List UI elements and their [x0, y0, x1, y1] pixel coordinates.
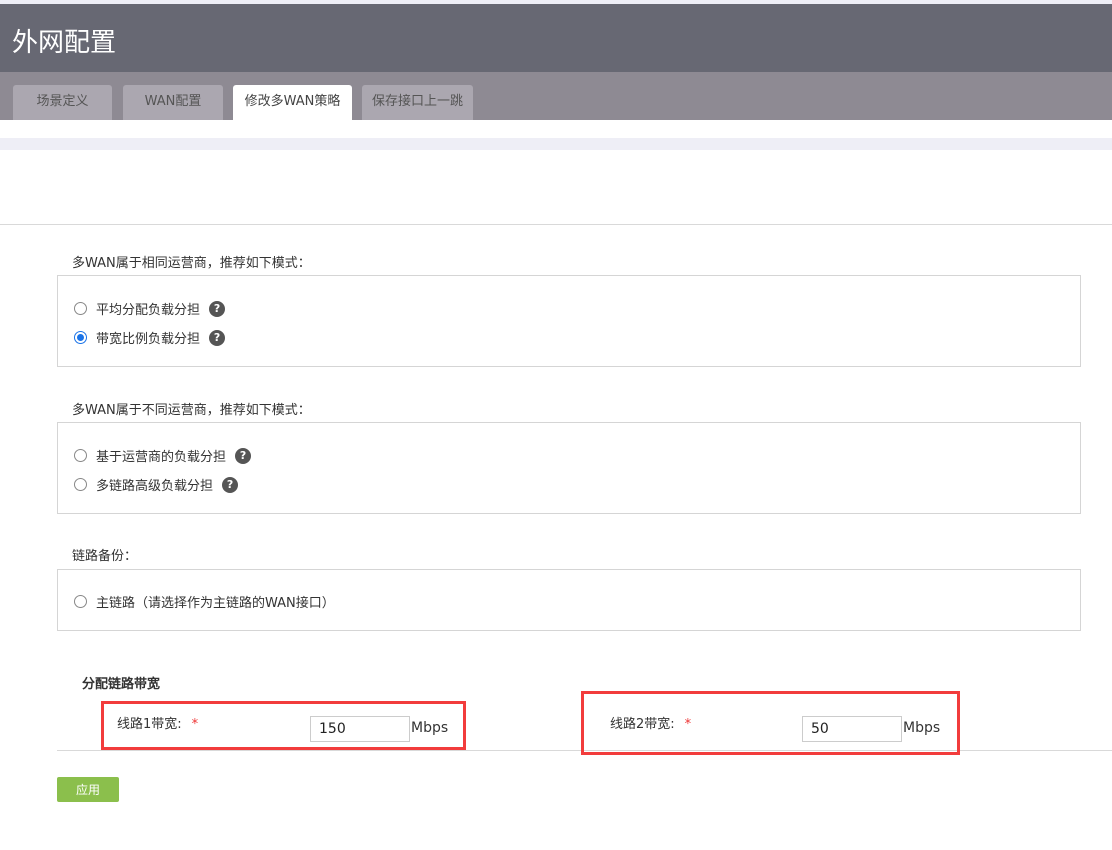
tab-bar: 场景定义 WAN配置 修改多WAN策略 保存接口上一跳 [0, 72, 1112, 120]
option-label: 主链路（请选择作为主链路的WAN接口） [96, 596, 335, 611]
line1-unit: Mbps [411, 720, 449, 736]
radio-button-selected[interactable] [74, 331, 87, 344]
line2-label: 线路2带宽: * [610, 713, 691, 732]
help-icon[interactable]: ? [222, 476, 239, 493]
backup-box: 主链路（请选择作为主链路的WAN接口） [57, 569, 1081, 631]
help-icon[interactable]: ? [209, 300, 226, 317]
option-bandwidth-ratio[interactable]: 带宽比例负载分担? [74, 328, 226, 347]
line1-label: 线路1带宽: * [117, 713, 198, 732]
line1-bandwidth-input[interactable] [310, 716, 410, 742]
radio-button[interactable] [74, 302, 87, 315]
line2-unit: Mbps [903, 720, 941, 736]
radio-button[interactable] [74, 595, 87, 608]
same-isp-heading: 多WAN属于相同运营商，推荐如下模式： [72, 256, 311, 271]
same-isp-box: 平均分配负载分担? 带宽比例负载分担? [57, 275, 1081, 367]
divider-band [0, 138, 1112, 150]
option-primary-link[interactable]: 主链路（请选择作为主链路的WAN接口） [74, 592, 335, 611]
help-icon[interactable]: ? [209, 329, 226, 346]
tab-scene[interactable]: 场景定义 [13, 85, 112, 120]
apply-button[interactable]: 应用 [57, 777, 119, 802]
required-star: * [684, 717, 692, 732]
option-label: 多链路高级负载分担 [96, 479, 214, 494]
page-header: 外网配置 [0, 4, 1112, 72]
page-title: 外网配置 [12, 28, 117, 58]
option-label: 平均分配负载分担 [96, 303, 201, 318]
backup-heading: 链路备份： [72, 549, 138, 564]
option-label: 带宽比例负载分担 [96, 332, 201, 347]
radio-button[interactable] [74, 478, 87, 491]
option-label: 基于运营商的负载分担 [96, 450, 227, 465]
tab-multi-wan-policy[interactable]: 修改多WAN策略 [233, 85, 352, 120]
option-advanced-multilink[interactable]: 多链路高级负载分担? [74, 475, 239, 494]
line2-bandwidth-input[interactable] [802, 716, 902, 742]
tab-wan-config[interactable]: WAN配置 [123, 85, 223, 120]
diff-isp-box: 基于运营商的负载分担? 多链路高级负载分担? [57, 422, 1081, 514]
option-isp-based[interactable]: 基于运营商的负载分担? [74, 446, 252, 465]
option-average-load[interactable]: 平均分配负载分担? [74, 299, 226, 318]
bandwidth-heading: 分配链路带宽 [82, 677, 161, 692]
required-star: * [191, 717, 199, 732]
diff-isp-heading: 多WAN属于不同运营商，推荐如下模式： [72, 403, 311, 418]
help-icon[interactable]: ? [235, 447, 252, 464]
line1-label-text: 线路1带宽: [117, 717, 182, 732]
tab-save-next-hop[interactable]: 保存接口上一跳 [362, 85, 473, 120]
line2-label-text: 线路2带宽: [610, 717, 675, 732]
radio-button[interactable] [74, 449, 87, 462]
divider [0, 224, 1112, 225]
